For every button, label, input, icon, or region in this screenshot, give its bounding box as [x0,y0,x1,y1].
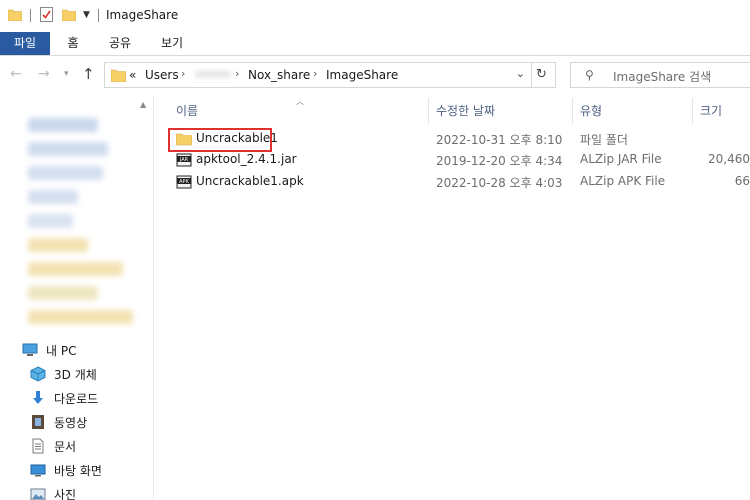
file-date: 2019-12-20 오후 4:34 [436,154,563,168]
breadcrumb-user[interactable]: ••••• [195,68,230,82]
file-type: ALZip JAR File [580,152,662,166]
quick-access-item[interactable] [28,262,123,276]
navigation-bar: ← → ▾ ↑ « Users › ••••• › Nox_share › Im… [0,56,750,96]
search-placeholder: ImageShare 검색 [613,70,712,84]
breadcrumb-chevron-icon[interactable]: › [181,67,185,80]
refresh-button[interactable]: ↻ [530,62,556,88]
highlight-annotation [168,128,272,152]
column-header-size[interactable]: 크기 [700,102,722,119]
quick-access-item[interactable] [28,118,98,132]
column-header-date[interactable]: 수정한 날짜 [436,102,495,119]
column-header-type[interactable]: 유형 [580,102,602,119]
desktop-icon [30,464,46,477]
pane-divider[interactable] [153,96,154,500]
quick-access-dropdown-icon[interactable]: ▼ [83,10,90,20]
sidebar-item-label: 3D 개체 [54,367,97,382]
breadcrumb-imageshare[interactable]: ImageShare [326,68,398,82]
search-box[interactable]: ⚲ ImageShare 검색 [570,62,750,88]
quick-access-item[interactable] [28,142,108,156]
tab-home[interactable]: 홈 [58,32,88,55]
ribbon-tabs: 파일 홈 공유 보기 [0,32,750,56]
sidebar-item-label: 문서 [54,439,77,454]
column-header-name[interactable]: 이름 [176,102,198,119]
3d-objects-icon [30,366,46,382]
quick-access-item[interactable] [28,214,73,228]
file-date: 2022-10-31 오후 8:10 [436,133,563,147]
tab-file[interactable]: 파일 [0,32,50,55]
file-list: ︿ 이름 수정한 날짜 유형 크기 Uncrackable1 2022-10-3… [160,96,750,500]
toolbar-separator [30,9,31,22]
sidebar-item-label: 다운로드 [54,391,99,406]
computer-icon [22,343,38,356]
recent-locations-dropdown-icon[interactable]: ▾ [64,69,69,79]
column-divider[interactable] [428,98,429,124]
window-title: ImageShare [106,8,179,22]
file-name: apktool_2.4.1.jar [196,152,297,166]
up-arrow-icon[interactable]: ↑ [82,65,95,83]
file-row[interactable]: APK Uncrackable1.apk 2022-10-28 오후 4:03 … [170,171,750,192]
address-history-dropdown-icon[interactable]: ⌄ [516,67,525,80]
sidebar-item-downloads[interactable]: 다운로드 [30,388,98,408]
sidebar-item-videos[interactable]: 동영상 [30,412,87,432]
title-bar: ▼ ImageShare [0,0,750,32]
forward-arrow-icon[interactable]: → [38,66,50,82]
refresh-icon: ↻ [536,67,547,82]
jar-file-icon: JAR [176,153,192,167]
sidebar-item-label: 동영상 [54,415,88,430]
quick-access-item[interactable] [28,286,98,300]
apk-file-icon: APK [176,175,192,189]
file-name: Uncrackable1.apk [196,174,304,188]
quick-access-item[interactable] [28,310,133,324]
file-row[interactable]: JAR apktool_2.4.1.jar 2019-12-20 오후 4:34… [170,149,750,170]
breadcrumb-overflow[interactable]: « [129,68,136,82]
tab-share[interactable]: 공유 [100,32,140,55]
file-size: 20,460 [708,152,750,166]
file-size: 66 [734,174,750,188]
sidebar-item-3d-objects[interactable]: 3D 개체 [30,364,97,384]
sidebar-item-this-pc[interactable]: 내 PC [22,340,76,360]
sidebar-item-documents[interactable]: 문서 [30,436,76,456]
navigation-pane: ▲ 내 PC 3D 개체 다운로드 동영상 문서 바탕 화면 사진 [0,96,153,500]
svg-text:APK: APK [179,179,189,185]
pictures-icon [30,488,46,500]
sort-ascending-icon: ︿ [296,97,304,106]
properties-icon[interactable] [40,7,53,22]
file-type: 파일 폴더 [580,133,628,147]
breadcrumb-chevron-icon[interactable]: › [313,67,317,80]
breadcrumb-users[interactable]: Users [145,68,179,82]
quick-access-item[interactable] [28,166,103,180]
address-bar[interactable]: « Users › ••••• › Nox_share › ImageShare… [104,62,532,88]
breadcrumb-nox-share[interactable]: Nox_share [248,68,310,82]
tab-view[interactable]: 보기 [152,32,192,55]
folder-icon [8,9,22,21]
column-divider[interactable] [572,98,573,124]
videos-icon [32,415,44,429]
sidebar-item-label: 내 PC [46,343,77,358]
svg-text:JAR: JAR [179,157,189,163]
file-date: 2022-10-28 오후 4:03 [436,176,563,190]
folder-icon [111,69,126,82]
downloads-icon [33,391,43,404]
sidebar-item-label: 바탕 화면 [54,463,102,478]
file-type: ALZip APK File [580,174,666,188]
documents-icon [32,438,44,454]
sidebar-item-desktop[interactable]: 바탕 화면 [30,460,102,480]
search-icon: ⚲ [585,68,594,82]
back-arrow-icon[interactable]: ← [10,66,22,82]
column-divider[interactable] [692,98,693,124]
quick-access-item[interactable] [28,238,88,252]
sidebar-item-pictures[interactable]: 사진 [30,484,76,500]
sidebar-item-label: 사진 [54,487,77,500]
new-folder-icon[interactable] [62,8,76,21]
breadcrumb-chevron-icon[interactable]: › [235,67,239,80]
toolbar-separator [98,9,99,22]
scroll-up-icon[interactable]: ▲ [140,100,146,109]
quick-access-item[interactable] [28,190,78,204]
